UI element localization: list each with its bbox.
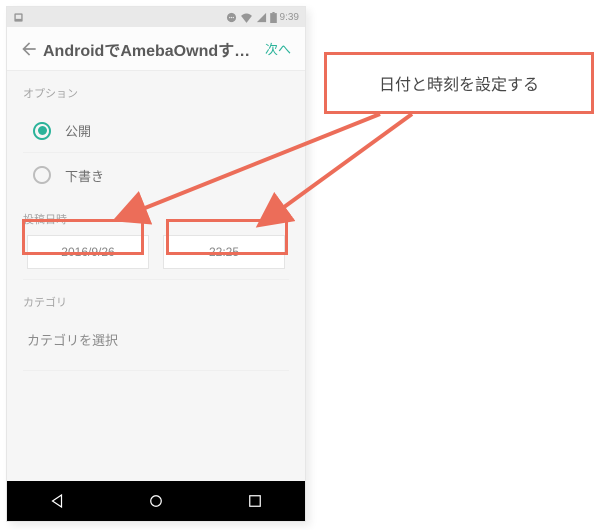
date-field[interactable]: 2016/9/26	[27, 235, 149, 269]
signal-icon	[256, 12, 267, 23]
nav-recent-icon[interactable]	[246, 492, 264, 510]
category-select[interactable]: カテゴリを選択	[23, 318, 289, 360]
divider	[23, 370, 289, 371]
radio-unchecked-icon	[33, 166, 51, 184]
callout-text: 日付と時刻を設定する	[379, 71, 539, 95]
android-status-bar: 9:39	[7, 7, 305, 27]
phone-frame: 9:39 AndroidでAmebaOwndする… 次へ オプション 公開 下書…	[6, 6, 306, 522]
post-datetime-section: 投稿日時 2016/9/26 22:25	[7, 197, 305, 280]
radio-draft[interactable]: 下書き	[23, 153, 289, 197]
datetime-row: 2016/9/26 22:25	[23, 235, 289, 269]
radio-draft-label: 下書き	[65, 166, 104, 185]
android-nav-bar	[7, 481, 305, 521]
app-bar: AndroidでAmebaOwndする… 次へ	[7, 27, 305, 71]
radio-public[interactable]: 公開	[23, 109, 289, 153]
app-notification-icon	[13, 12, 24, 23]
battery-icon	[270, 12, 277, 23]
post-datetime-label: 投稿日時	[23, 211, 289, 227]
wifi-icon	[240, 12, 253, 23]
nav-home-icon[interactable]	[147, 492, 165, 510]
chat-icon	[226, 12, 237, 23]
category-label: カテゴリ	[23, 294, 289, 310]
back-button[interactable]	[15, 39, 43, 59]
status-time: 9:39	[280, 12, 299, 23]
nav-back-icon[interactable]	[48, 492, 66, 510]
time-field[interactable]: 22:25	[163, 235, 285, 269]
next-button[interactable]: 次へ	[259, 35, 297, 62]
category-section: カテゴリ カテゴリを選択	[7, 280, 305, 371]
annotation-callout: 日付と時刻を設定する	[324, 52, 594, 114]
options-label: オプション	[23, 85, 289, 101]
options-section: オプション 公開 下書き	[7, 71, 305, 197]
radio-checked-icon	[33, 122, 51, 140]
radio-public-label: 公開	[65, 121, 91, 140]
page-title: AndroidでAmebaOwndする…	[43, 37, 259, 61]
